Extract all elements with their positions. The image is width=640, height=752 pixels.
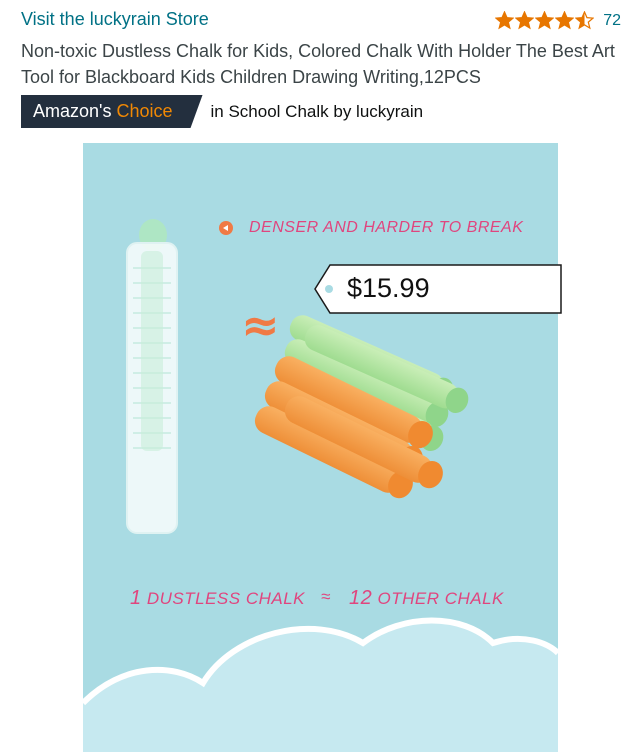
star-icon	[515, 11, 535, 30]
star-icon	[575, 11, 595, 30]
caption-left-number: 1	[130, 587, 142, 609]
arrow-bullet-icon	[219, 221, 233, 235]
star-icon	[535, 11, 555, 30]
product-image[interactable]: ≈ DENSER AND HARDER TO BREAK 1 DUSTLESS …	[83, 143, 558, 752]
amazons-choice-row: Amazon's Choice in School Chalk by lucky…	[21, 95, 423, 128]
caption-right-number: 12	[349, 587, 373, 609]
star-icon	[555, 11, 575, 30]
dustless-chalk-holder	[126, 219, 178, 534]
badge-accent: Choice	[116, 101, 173, 121]
caption-left-text: DUSTLESS CHALK	[146, 589, 306, 608]
rating-count-link[interactable]: 72	[603, 12, 621, 30]
image-caption-right: 12 OTHER CHALK	[349, 587, 504, 610]
caption-mid-symbol: ≈	[321, 587, 331, 606]
image-caption-left: 1 DUSTLESS CHALK	[130, 587, 305, 610]
product-title: Non-toxic Dustless Chalk for Kids, Color…	[21, 41, 615, 87]
badge-context: in School Chalk by luckyrain	[210, 101, 424, 121]
star-icon	[495, 11, 515, 30]
caption-right-text: OTHER CHALK	[377, 589, 504, 608]
rating-summary[interactable]: 72	[495, 11, 621, 30]
price-tag[interactable]: $15.99	[314, 264, 563, 314]
badge-prefix: Amazon's	[33, 101, 112, 121]
approx-symbol: ≈	[241, 298, 280, 352]
price-tag-price: $15.99	[347, 273, 430, 303]
amazons-choice-badge[interactable]: Amazon's Choice	[21, 95, 203, 128]
visit-store-link[interactable]: Visit the luckyrain Store	[21, 9, 209, 30]
image-tagline: DENSER AND HARDER TO BREAK	[249, 219, 524, 236]
star-rating	[495, 11, 595, 30]
